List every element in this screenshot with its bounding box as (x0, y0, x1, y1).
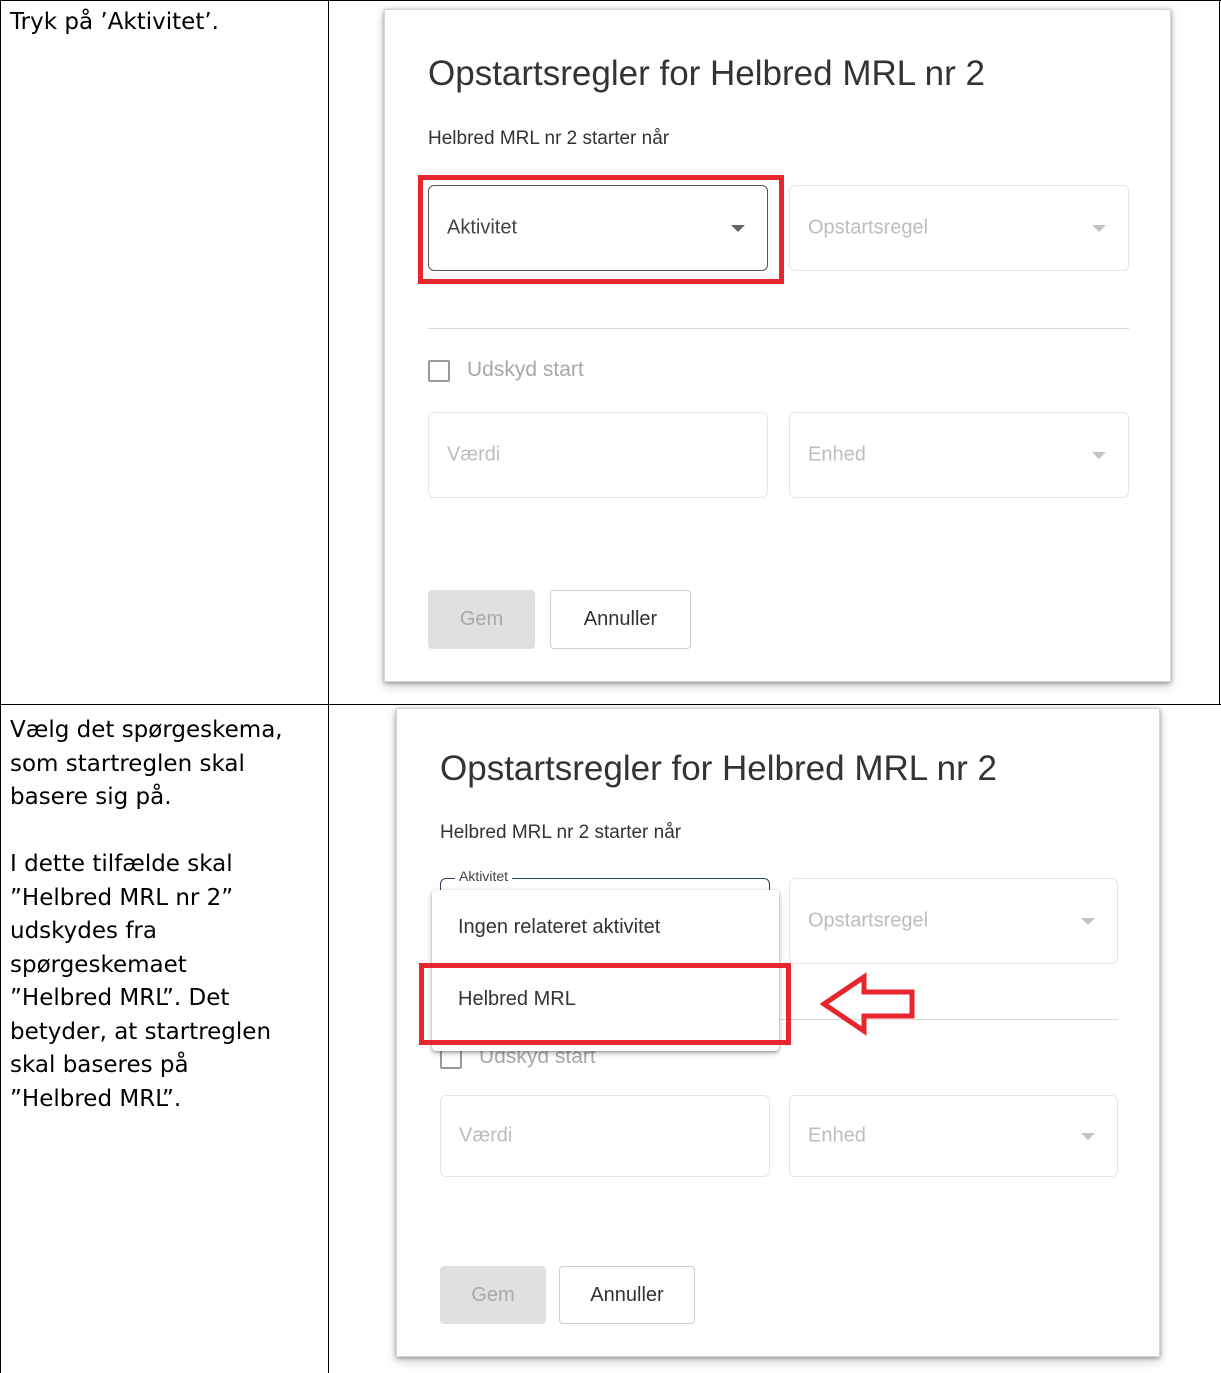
dialog-subtitle: Helbred MRL nr 2 starter når (428, 128, 670, 149)
chevron-down-icon (1081, 918, 1095, 925)
table-right-border (1219, 0, 1220, 704)
unit-select[interactable]: Enhed (789, 412, 1129, 498)
value-input-placeholder: Værdi (447, 443, 501, 466)
rule-select[interactable]: Opstartsregel (789, 878, 1118, 964)
save-button[interactable]: Gem (440, 1266, 546, 1324)
instruction-line: spørgeskemaet (10, 951, 187, 978)
table-column-divider (328, 0, 329, 1373)
dialog-subtitle: Helbred MRL nr 2 starter når (440, 822, 682, 843)
row1-instruction: Tryk på ’Aktivitet’. (10, 9, 219, 35)
save-button[interactable]: Gem (428, 590, 535, 649)
dialog-divider (428, 328, 1129, 329)
chevron-down-icon (1081, 1133, 1095, 1140)
cancel-button[interactable]: Annuller (550, 590, 691, 649)
instruction-line: som startreglen skal (10, 750, 245, 777)
delay-start-checkbox[interactable] (428, 360, 450, 382)
rule-select-label: Opstartsregel (808, 909, 929, 932)
arrow-left-icon (819, 972, 915, 1036)
menu-item-no-activity[interactable]: Ingen relateret aktivitet (432, 902, 779, 952)
chevron-down-icon (1092, 452, 1106, 459)
dialog-title: Opstartsregler for Helbred MRL nr 2 (428, 54, 985, 93)
table-left-border (0, 0, 1, 1373)
instruction-line: basere sig på. (10, 784, 172, 810)
value-input[interactable]: Værdi (428, 412, 768, 498)
delay-start-label: Udskyd start (467, 358, 584, 381)
table-top-border (0, 0, 1221, 1)
instruction-line: betyder, at startreglen (10, 1018, 272, 1045)
dialog-title: Opstartsregler for Helbred MRL nr 2 (440, 749, 997, 788)
rule-select[interactable]: Opstartsregel (789, 185, 1129, 271)
chevron-down-icon (1092, 225, 1106, 232)
row1-dialog: Opstartsregler for Helbred MRL nr 2 Helb… (384, 9, 1171, 682)
instruction-line: udskydes fra (10, 918, 157, 944)
instruction-line: ”Helbred MRL nr 2” (10, 884, 234, 911)
unit-select-label: Enhed (808, 1124, 866, 1147)
instruction-line: I dette tilfælde skal (10, 851, 233, 877)
instruction-line: skal baseres på (10, 1052, 189, 1078)
activity-floating-label: Aktivitet (455, 868, 513, 884)
instruction-line: ”Helbred MRL”. Det (10, 985, 230, 1011)
row2-instruction: Vælg det spørgeskema, som startreglen sk… (10, 714, 283, 1116)
value-input-placeholder: Værdi (459, 1124, 513, 1147)
cancel-button[interactable]: Annuller (559, 1266, 695, 1324)
highlight-box (419, 963, 791, 1045)
instruction-table: Tryk på ’Aktivitet’. Opstartsregler for … (0, 0, 1221, 1373)
table-row-divider (0, 704, 1221, 705)
value-input[interactable]: Værdi (440, 1095, 770, 1177)
instruction-line (10, 815, 283, 849)
instruction-line: Vælg det spørgeskema, (10, 717, 283, 743)
unit-select-label: Enhed (808, 443, 866, 466)
row2-dialog: Opstartsregler for Helbred MRL nr 2 Helb… (396, 708, 1160, 1357)
instruction-line: ”Helbred MRL”. (10, 1085, 182, 1112)
rule-select-label: Opstartsregel (808, 216, 929, 239)
unit-select[interactable]: Enhed (789, 1095, 1118, 1177)
highlight-box (418, 175, 784, 284)
